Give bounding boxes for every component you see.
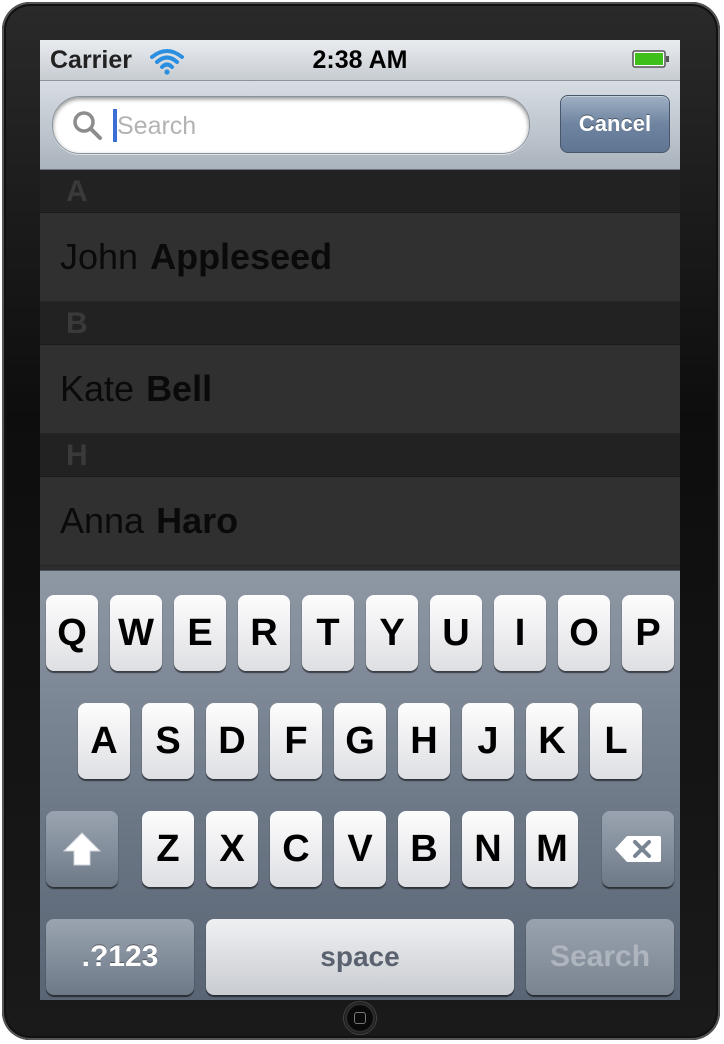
- key-c[interactable]: C: [270, 811, 322, 887]
- search-key[interactable]: Search: [526, 919, 674, 995]
- key-s[interactable]: S: [142, 703, 194, 779]
- delete-key[interactable]: [602, 811, 674, 887]
- key-j[interactable]: J: [462, 703, 514, 779]
- key-d[interactable]: D: [206, 703, 258, 779]
- contact-row[interactable]: Kate Bell: [40, 345, 680, 434]
- key-p[interactable]: P: [622, 595, 674, 671]
- section-header: A: [40, 170, 680, 213]
- key-e[interactable]: E: [174, 595, 226, 671]
- key-m[interactable]: M: [526, 811, 578, 887]
- search-field[interactable]: [52, 96, 530, 154]
- key-y[interactable]: Y: [366, 595, 418, 671]
- key-v[interactable]: V: [334, 811, 386, 887]
- key-t[interactable]: T: [302, 595, 354, 671]
- key-q[interactable]: Q: [46, 595, 98, 671]
- key-g[interactable]: G: [334, 703, 386, 779]
- screen: Carrier 2:38 AM Cancel A John Appleseed: [40, 40, 680, 1000]
- section-header: H: [40, 434, 680, 477]
- home-button[interactable]: [344, 1002, 376, 1034]
- contact-last-name: Bell: [146, 368, 213, 409]
- key-x[interactable]: X: [206, 811, 258, 887]
- contact-first-name: John: [60, 236, 139, 277]
- key-z[interactable]: Z: [142, 811, 194, 887]
- status-bar: Carrier 2:38 AM: [40, 40, 680, 81]
- key-n[interactable]: N: [462, 811, 514, 887]
- contacts-list: A John Appleseed B Kate Bell H Anna Haro: [40, 170, 680, 570]
- battery-icon: [632, 50, 669, 68]
- key-a[interactable]: A: [78, 703, 130, 779]
- contact-first-name: Anna: [60, 500, 145, 541]
- clock: 2:38 AM: [312, 46, 408, 74]
- key-k[interactable]: K: [526, 703, 578, 779]
- key-u[interactable]: U: [430, 595, 482, 671]
- contact-first-name: Kate: [60, 368, 135, 409]
- contact-row[interactable]: John Appleseed: [40, 213, 680, 302]
- section-header: B: [40, 302, 680, 345]
- key-h[interactable]: H: [398, 703, 450, 779]
- key-f[interactable]: F: [270, 703, 322, 779]
- numbers-key[interactable]: .?123: [46, 919, 194, 995]
- key-r[interactable]: R: [238, 595, 290, 671]
- shift-arrow-icon: [62, 832, 102, 866]
- contact-last-name: Haro: [156, 500, 239, 541]
- key-b[interactable]: B: [398, 811, 450, 887]
- contact-last-name: Appleseed: [150, 236, 333, 277]
- cancel-button[interactable]: Cancel: [560, 95, 670, 153]
- contact-row[interactable]: Anna Haro: [40, 477, 680, 566]
- search-input[interactable]: [115, 103, 509, 149]
- search-bar: Cancel: [40, 81, 680, 170]
- key-l[interactable]: L: [590, 703, 642, 779]
- key-o[interactable]: O: [558, 595, 610, 671]
- backspace-icon: [615, 836, 661, 862]
- key-i[interactable]: I: [494, 595, 546, 671]
- key-w[interactable]: W: [110, 595, 162, 671]
- shift-key[interactable]: [46, 811, 118, 887]
- keyboard: Q W E R T Y U I O P A S D F G H J K L Z …: [40, 570, 680, 1000]
- space-key[interactable]: space: [206, 919, 514, 995]
- search-icon: [73, 111, 102, 140]
